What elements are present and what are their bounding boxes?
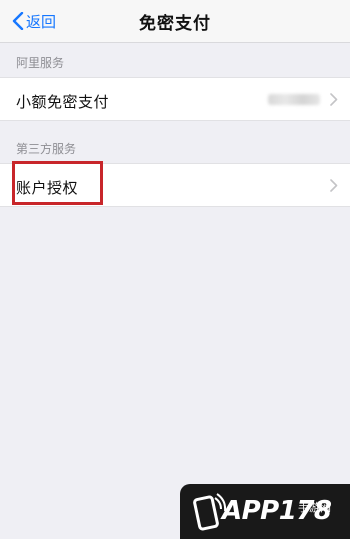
section-header-third-party: 第三方服务 (16, 142, 77, 156)
chevron-right-icon (330, 93, 338, 106)
watermark-subtext: 手游网 (298, 501, 331, 514)
section-header-alibaba: 阿里服务 (16, 56, 65, 70)
highlight-box (12, 161, 103, 205)
watermark: APP178 手游网 (180, 484, 350, 539)
page-title: 免密支付 (139, 14, 211, 34)
list-item-small-amount-pay[interactable]: 小额免密支付 (0, 77, 350, 121)
chevron-right-icon (330, 179, 338, 192)
list-item-label: 小额免密支付 (16, 93, 110, 111)
navigation-bar: 返回 免密支付 (0, 0, 350, 43)
blurred-status-value (268, 94, 320, 105)
